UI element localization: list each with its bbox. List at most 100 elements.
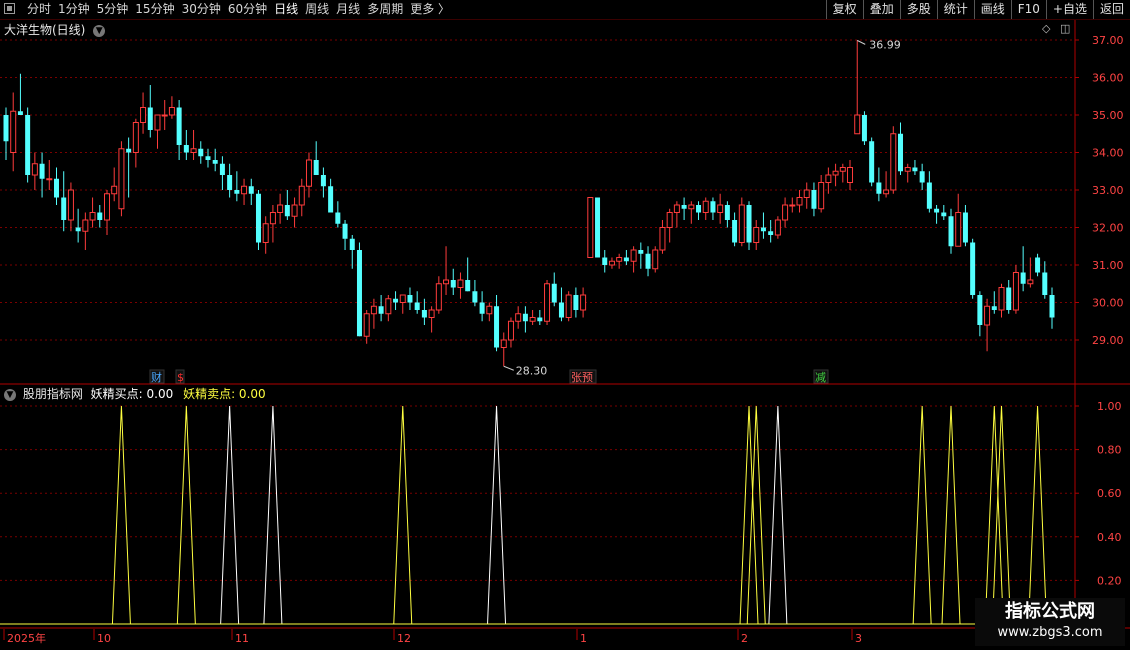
tool-button-0[interactable]: 复权 — [825, 0, 863, 19]
more-periods-button[interactable]: 更多 〉 — [410, 1, 450, 17]
period-tab-8[interactable]: 月线 — [336, 1, 360, 17]
candle-body — [82, 219, 89, 232]
watermark-url: www.zbgs3.com — [997, 625, 1103, 640]
sell-signal-spike — [984, 405, 1004, 625]
period-tab-6[interactable]: 日线 — [274, 1, 298, 17]
indicator-tick-label: 0.80 — [1097, 444, 1122, 457]
candle-body — [414, 302, 420, 310]
candle-body — [602, 257, 608, 265]
candle-body — [1006, 287, 1012, 310]
candle-body — [854, 114, 861, 135]
time-tick-label: 2025年 — [7, 631, 46, 645]
candle-body — [595, 197, 601, 258]
candle-body — [768, 231, 774, 235]
price-tick-label: 37.00 — [1092, 34, 1124, 47]
sell-signal-spike — [912, 405, 932, 625]
chevron-down-icon[interactable]: ▼ — [93, 24, 106, 37]
indicator-title: ▼ 股朋指标网 妖精买点: 0.00 妖精卖点: 0.00 — [4, 386, 266, 402]
candle-body — [378, 306, 384, 314]
candle-body — [53, 178, 59, 198]
candle-body — [912, 167, 918, 172]
candle-body — [500, 339, 507, 348]
tool-button-4[interactable]: 画线 — [973, 0, 1011, 19]
window-menu-icon[interactable] — [4, 3, 15, 14]
tool-button-1[interactable]: 叠加 — [862, 0, 900, 19]
candle-body — [515, 313, 522, 322]
candle-body — [890, 133, 897, 191]
candle-body — [955, 212, 962, 247]
period-tab-7[interactable]: 周线 — [305, 1, 329, 17]
candle-body — [248, 186, 254, 194]
buy-signal-spike — [263, 405, 283, 625]
candle-body — [205, 156, 211, 160]
candle-body — [659, 227, 666, 251]
tool-button-7[interactable]: 返回 — [1092, 0, 1130, 19]
candle-body — [717, 204, 724, 213]
candle-body — [494, 306, 500, 348]
period-tab-4[interactable]: 30分钟 — [182, 1, 221, 17]
low-label: 28.30 — [516, 364, 548, 377]
period-tab-2[interactable]: 5分钟 — [97, 1, 129, 17]
event-marker-box — [813, 369, 829, 384]
candle-body — [132, 122, 139, 153]
indicator-name[interactable]: 股朋指标网 — [23, 387, 83, 401]
sell-signal-spike — [111, 405, 131, 625]
candle-body — [738, 204, 745, 243]
buy-signal-spike — [768, 405, 788, 625]
sell-signal-spike — [746, 405, 766, 625]
candle-body — [39, 163, 45, 179]
high-label: 36.99 — [869, 38, 901, 51]
price-tick-label: 30.00 — [1092, 297, 1124, 310]
candle-body — [428, 309, 435, 318]
candle-body — [298, 185, 305, 206]
event-marker-label: $ — [177, 371, 184, 384]
event-marker-box — [175, 369, 185, 384]
candle-body — [608, 260, 615, 266]
tool-button-3[interactable]: 统计 — [936, 0, 974, 19]
candle-body — [89, 212, 96, 221]
candle-body — [1020, 272, 1026, 284]
chevron-down-icon[interactable]: ▼ — [4, 388, 16, 401]
candle-body — [313, 160, 319, 175]
period-tabs: 分时 1分钟 5分钟 15分钟 30分钟 60分钟 日线 周线 月线 多周期 更多 〉 — [27, 1, 457, 17]
high-marker — [857, 39, 866, 45]
price-tick-label: 34.00 — [1092, 147, 1124, 160]
candle-body — [31, 163, 38, 176]
panel-toggle-icon[interactable]: ◫ — [1060, 22, 1070, 36]
price-chart[interactable]: 37.0036.0035.0034.0033.0032.0031.0030.00… — [0, 0, 1130, 650]
candle-body — [183, 145, 189, 153]
tool-button-2[interactable]: 多股 — [899, 0, 937, 19]
indicator-tick-label: 0.20 — [1097, 574, 1122, 587]
candle-body — [876, 182, 882, 194]
diamond-icon[interactable]: ◇ — [1042, 22, 1050, 36]
candle-body — [465, 280, 471, 292]
period-tab-5[interactable]: 60分钟 — [228, 1, 267, 17]
candle-body — [3, 115, 9, 142]
candle-body — [161, 114, 168, 117]
sell-signal-spike — [176, 405, 196, 625]
period-tab-3[interactable]: 15分钟 — [135, 1, 174, 17]
candle-body — [255, 193, 261, 243]
period-tab-1[interactable]: 1分钟 — [58, 1, 90, 17]
candle-body — [1012, 272, 1019, 311]
price-tick-label: 36.00 — [1092, 72, 1124, 85]
candle-body — [335, 212, 341, 224]
tool-button-6[interactable]: +自选 — [1045, 0, 1093, 19]
candle-body — [551, 283, 557, 303]
sell-signal-spike — [1028, 405, 1048, 625]
candle-body — [832, 170, 839, 176]
period-tab-0[interactable]: 分时 — [27, 1, 51, 17]
time-tick-label: 12 — [397, 632, 411, 645]
tool-button-5[interactable]: F10 — [1010, 0, 1046, 19]
event-marker-box — [149, 369, 165, 384]
candle-body — [818, 182, 825, 210]
period-tab-9[interactable]: 多周期 — [367, 1, 403, 17]
time-tick-label: 1 — [580, 632, 587, 645]
candle-body — [227, 175, 233, 190]
candle-body — [991, 306, 997, 310]
candle-body — [984, 305, 991, 326]
candle-body — [565, 294, 572, 318]
candle-body — [926, 182, 932, 209]
sell-signal-spike — [992, 405, 1012, 625]
candle-body — [168, 107, 175, 116]
